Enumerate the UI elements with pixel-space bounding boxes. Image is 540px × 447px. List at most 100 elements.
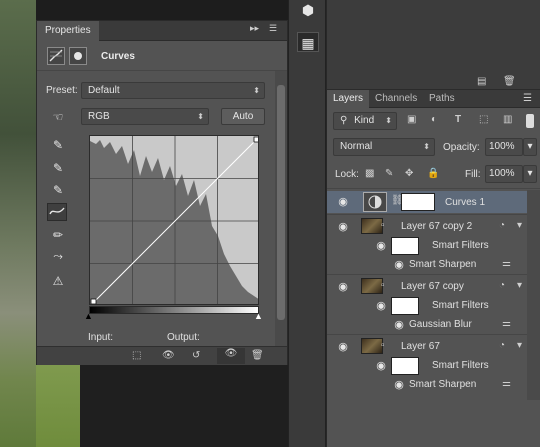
filter-name[interactable]: Gaussian Blur [409,319,472,330]
updown-arrow-icon: ⬍ [253,86,260,95]
layer-name[interactable]: Layer 67 [401,341,440,352]
layer-row-layer-67-copy-2[interactable]: ◉ ▫ Layer 67 copy 2 ◔ ▾ [327,216,527,236]
gray-point-eyedropper-icon[interactable]: ✎ [48,159,68,177]
blend-mode-dropdown[interactable]: Normal ⬍ [333,138,435,156]
pencil-draw-icon[interactable]: ✏ [48,226,68,244]
preset-dropdown[interactable]: Default ⬍ [81,82,265,99]
curves-graph[interactable] [89,135,259,305]
visibility-eye-icon[interactable]: ◉ [336,195,350,209]
delete-layer-icon[interactable]: 🗑 [503,76,516,87]
filter-kind-dropdown[interactable]: ⚲ Kind ⬍ [333,112,397,130]
black-point-slider-icon[interactable]: ▲ [84,311,93,321]
layers-scrollbar[interactable] [527,190,540,400]
adjustment-thumb-icon [363,192,387,212]
filter-row-gaussian-blur[interactable]: ◉ Gaussian Blur ⚌ [327,314,527,334]
opacity-field[interactable]: 100% [485,138,523,156]
document-canvas-photo [0,0,36,447]
reset-icon[interactable]: ↺ [192,350,200,361]
visibility-eye-icon[interactable]: ◉ [374,359,388,373]
view-previous-state-icon[interactable]: 👁 [162,350,175,361]
layer-name[interactable]: Layer 67 copy 2 [401,221,472,232]
tab-layers[interactable]: Layers [327,90,370,108]
filter-name[interactable]: Smart Sharpen [409,259,476,270]
opacity-dropdown-arrow[interactable]: ▾ [523,138,537,156]
layer-name[interactable]: Layer 67 copy [401,281,464,292]
layer-row-curves-1[interactable]: ◉ ⛓ Curves 1 [327,191,527,213]
expand-arrow-icon[interactable]: ▾ [517,280,522,291]
trash-icon[interactable]: 🗑 [251,350,264,361]
visibility-eye-icon[interactable]: ◉ [374,239,388,253]
smart-filters-row[interactable]: ◉ Smart Filters [327,295,527,315]
lock-all-icon[interactable]: 🔒 [427,168,439,179]
tab-properties[interactable]: Properties [37,21,99,41]
visibility-eye-icon[interactable]: ◉ [374,299,388,313]
collapse-icon[interactable]: ▸▸ [250,23,259,34]
new-layer-icon[interactable]: ▤ [477,76,486,87]
filter-type-icon[interactable]: T [455,114,461,125]
fill-dropdown-arrow[interactable]: ▾ [523,165,537,183]
tab-channels[interactable]: Channels [369,90,423,108]
3d-cube-icon[interactable]: ⬢ [297,0,319,20]
canvas-dark-area [80,365,288,447]
output-gradient-bar [89,306,259,314]
filter-blending-options-icon[interactable]: ⚌ [502,378,511,389]
smart-filters-row[interactable]: ◉ Smart Filters [327,355,527,375]
layer-thumbnail [361,338,383,354]
visibility-eye-icon[interactable]: ◉ [336,340,350,354]
curve-points-tool-icon[interactable] [47,203,67,221]
filter-mask-thumb[interactable] [391,297,419,315]
panel-menu-icon[interactable]: ☰ [269,23,277,34]
filter-blending-options-icon[interactable]: ⚌ [502,258,511,269]
properties-scrollbar[interactable] [275,71,287,346]
scroll-thumb[interactable] [277,85,285,320]
preset-value: Default [88,85,120,96]
targeted-adjustment-hand-icon[interactable]: ☜ [48,108,68,126]
filter-name[interactable]: Smart Sharpen [409,379,476,390]
expand-arrow-icon[interactable]: ▾ [517,220,522,231]
visibility-eye-icon[interactable]: ◉ [336,220,350,234]
mask-icon[interactable] [69,47,87,65]
collapsed-panel-strip: ⬢ ▦ [288,0,326,447]
tab-paths[interactable]: Paths [423,90,461,108]
layer-name[interactable]: Curves 1 [445,197,485,208]
filter-row-smart-sharpen[interactable]: ◉ Smart Sharpen ⚌ [327,374,527,394]
properties-tabbar: Properties ▸▸ ☰ [37,21,287,41]
clipping-warning-icon[interactable]: ⚠ [48,272,68,290]
visibility-eye-icon[interactable]: ◉ [392,258,406,272]
expand-arrow-icon[interactable]: ▾ [517,340,522,351]
visibility-eye-icon[interactable]: 👁 [217,348,245,364]
filter-blending-options-icon[interactable]: ⚌ [502,318,511,329]
layer-row-layer-67[interactable]: ◉ ▫ Layer 67 ◔ ▾ [327,336,527,356]
channel-value: RGB [88,111,110,122]
divider [327,188,540,189]
channel-dropdown[interactable]: RGB ⬍ [81,108,209,125]
filter-mask-thumb[interactable] [391,237,419,255]
filter-smart-object-icon[interactable]: ▥ [503,114,512,125]
filter-mask-thumb[interactable] [391,357,419,375]
filter-adjustment-icon[interactable]: ◐ [431,114,437,125]
visibility-eye-icon[interactable]: ◉ [392,378,406,392]
visibility-eye-icon[interactable]: ◉ [336,280,350,294]
smooth-curve-icon[interactable]: ⤳ [48,247,68,265]
layers-menu-icon[interactable]: ☰ [523,93,532,104]
auto-button[interactable]: Auto [221,108,265,125]
filter-shape-icon[interactable]: ⬚ [479,114,488,125]
properties-panel-icon[interactable]: ▦ [297,32,319,52]
black-point-eyedropper-icon[interactable]: ✎ [48,136,68,154]
lock-position-icon[interactable]: ✥ [405,168,413,179]
filter-toggle-switch[interactable] [526,114,534,128]
lock-image-pixels-icon[interactable]: ✎ [385,168,393,179]
layer-mask-thumb[interactable] [401,193,435,211]
clip-to-layer-icon[interactable]: ⬚ [132,350,141,361]
smart-filters-row[interactable]: ◉ Smart Filters [327,235,527,255]
white-point-slider-icon[interactable]: ▲ [254,311,263,321]
fill-field[interactable]: 100% [485,165,523,183]
lock-transparent-pixels-icon[interactable]: ▩ [365,168,374,179]
filter-pixel-icon[interactable]: ▣ [407,114,416,125]
white-point-eyedropper-icon[interactable]: ✎ [48,181,68,199]
curves-adjustment-icon[interactable] [47,47,65,65]
smart-object-badge-icon: ◔ [499,220,506,231]
layer-row-layer-67-copy[interactable]: ◉ ▫ Layer 67 copy ◔ ▾ [327,276,527,296]
visibility-eye-icon[interactable]: ◉ [392,318,406,332]
filter-row-smart-sharpen[interactable]: ◉ Smart Sharpen ⚌ [327,254,527,274]
